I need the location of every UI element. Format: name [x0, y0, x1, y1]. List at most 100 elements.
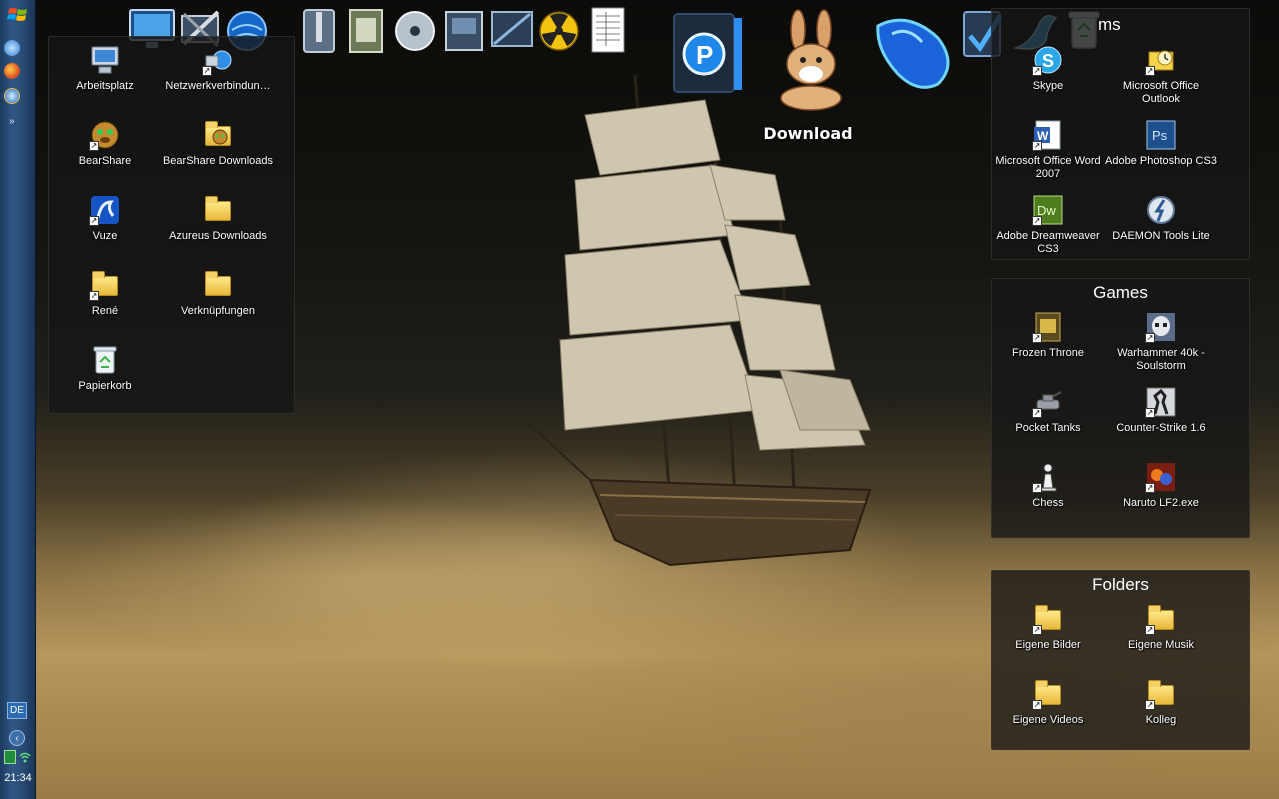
desktop-icon-naruto[interactable]: ↗ Naruto LF2.exe [1104, 461, 1218, 510]
document-icon[interactable] [346, 8, 386, 54]
desktop-icon-label: Netzwerkverbindun… [165, 80, 271, 92]
windows-flag-icon [7, 8, 27, 21]
quick-launch-expand-icon[interactable]: » [9, 116, 15, 127]
mouse-icon[interactable] [868, 14, 956, 92]
ie-blue-icon[interactable] [4, 88, 20, 104]
desktop-icon-verknuepfungen[interactable]: Verknüpfungen [161, 269, 275, 318]
shortcut-arrow-icon: ↗ [1145, 483, 1155, 493]
folder-icon [202, 269, 234, 301]
shortcut-arrow-icon: ↗ [1032, 625, 1042, 635]
recycle-bin-icon [89, 344, 121, 376]
desktop-icon-papierkorb[interactable]: Papierkorb [48, 344, 162, 393]
folder-icon: ↗ [1032, 678, 1064, 710]
shortcut-arrow-icon: ↗ [1032, 333, 1042, 343]
desktop-icon-arbeitsplatz[interactable]: Arbeitsplatz [48, 44, 162, 93]
desktop-icon-warhammer[interactable]: ↗ Warhammer 40k - Soulstorm [1104, 311, 1218, 373]
desktop-icon-label: BearShare [78, 155, 132, 167]
desktop-icon-outlook[interactable]: ↗ Microsoft Office Outlook [1104, 44, 1218, 106]
desktop-icon-azureus-downloads[interactable]: Azureus Downloads [161, 194, 275, 243]
desktop-icon-label: Adobe Photoshop CS3 [1105, 155, 1217, 167]
desktop-icon-bearshare[interactable]: ↗ BearShare [48, 119, 162, 168]
svg-text:S: S [1042, 51, 1054, 71]
zip-icon[interactable] [300, 8, 338, 54]
start-button[interactable] [4, 3, 32, 27]
desktop-icon-label: Kolleg [1145, 714, 1177, 726]
shortcut-arrow-icon: ↗ [89, 291, 99, 301]
desktop-icon-rene[interactable]: ↗ René [48, 269, 162, 318]
desktop-icon-label: Microsoft Office Outlook [1122, 80, 1200, 105]
desktop-icon-label: Pocket Tanks [1015, 422, 1081, 434]
shortcut-arrow-icon: ↗ [1032, 483, 1042, 493]
folder-icon [202, 194, 234, 226]
desktop-icon-label: Chess [1032, 497, 1064, 509]
desktop-icon-vuze[interactable]: ↗ Vuze [48, 194, 162, 243]
shortcut-arrow-icon: ↗ [1145, 66, 1155, 76]
fence-title-programs[interactable]: ms [1098, 15, 1121, 35]
folder-icon: ↗ [89, 269, 121, 301]
firefox-icon[interactable] [4, 63, 20, 79]
desktop-icon-label: Papierkorb [78, 380, 132, 392]
desktop-icon-kolleg[interactable]: ↗ Kolleg [1104, 678, 1218, 727]
chess-icon: ↗ [1032, 461, 1064, 493]
vuze-icon: ↗ [89, 194, 121, 226]
desktop-icon-label: Naruto LF2.exe [1123, 497, 1199, 509]
language-indicator[interactable]: DE [7, 702, 27, 719]
spreadsheet-icon[interactable] [590, 6, 626, 54]
desktop-icon-netzwerkverbindungen[interactable]: ↗ Netzwerkverbindun… [161, 44, 275, 93]
ie-icon[interactable] [4, 40, 20, 56]
bearshare-icon: ↗ [89, 119, 121, 151]
emule-icon[interactable] [768, 8, 854, 114]
shortcut-arrow-icon: ↗ [1145, 408, 1155, 418]
desktop-icon-label: Eigene Videos [1012, 714, 1084, 726]
counter-strike-icon: ↗ [1145, 386, 1177, 418]
p-docs-icon[interactable]: P [672, 12, 748, 94]
shortcut-arrow-icon: ↗ [1032, 216, 1042, 226]
clock[interactable]: 21:34 [0, 772, 36, 784]
svg-text:P: P [696, 40, 713, 70]
video-icon[interactable] [442, 8, 486, 54]
desktop-icon-label: Warhammer 40k - Soulstorm [1117, 347, 1205, 372]
sailing-ship-illustration [524, 74, 872, 567]
desktop-icon-dreamweaver[interactable]: Dw ↗ Adobe Dreamweaver CS3 [991, 194, 1105, 256]
svg-text:Ps: Ps [1152, 128, 1168, 143]
fence-title-folders[interactable]: Folders [992, 575, 1249, 595]
taskbar: » DE ‹ 21:34 [0, 0, 36, 799]
desktop-icon-label: Frozen Throne [1012, 347, 1084, 359]
photoshop-icon: Ps [1145, 119, 1177, 151]
desktop-icon-chess[interactable]: ↗ Chess [991, 461, 1105, 510]
desktop-icon-label: Azureus Downloads [169, 230, 267, 242]
screen-icon[interactable] [490, 8, 534, 52]
word-icon: W ↗ [1032, 119, 1064, 151]
shortcut-arrow-icon: ↗ [1032, 408, 1042, 418]
wifi-tray-icon[interactable] [19, 750, 31, 764]
dvd-icon[interactable] [394, 10, 436, 52]
network-icon: ↗ [202, 44, 234, 76]
show-hidden-icons-button[interactable]: ‹ [9, 730, 25, 746]
desktop-icon-label: Arbeitsplatz [76, 80, 134, 92]
desktop-icon-bearshare-downloads[interactable]: BearShare Downloads [161, 119, 275, 168]
desktop-icon-counter-strike[interactable]: ↗ Counter-Strike 1.6 [1104, 386, 1218, 435]
desktop-icon-daemon-tools[interactable]: DAEMON Tools Lite [1104, 194, 1218, 243]
desktop-icon-frozen-throne[interactable]: ↗ Frozen Throne [991, 311, 1105, 360]
shortcut-arrow-icon: ↗ [1032, 700, 1042, 710]
desktop-icon-label: Vuze [92, 230, 118, 242]
desktop-icon-skype[interactable]: S ↗ Skype [991, 44, 1105, 93]
desktop-icon-label: Eigene Musik [1127, 639, 1195, 651]
shortcut-arrow-icon: ↗ [1032, 141, 1042, 151]
network-tray-icon[interactable] [4, 750, 16, 764]
desktop-icon-eigene-videos[interactable]: ↗ Eigene Videos [991, 678, 1105, 727]
shortcut-arrow-icon: ↗ [1145, 625, 1155, 635]
bearshare-folder-icon [202, 119, 234, 151]
desktop-icon-eigene-musik[interactable]: ↗ Eigene Musik [1104, 603, 1218, 652]
shortcut-arrow-icon: ↗ [202, 66, 212, 76]
skype-icon: S ↗ [1032, 44, 1064, 76]
desktop-icon-photoshop[interactable]: Ps Adobe Photoshop CS3 [1104, 119, 1218, 168]
desktop-icon-label: Verknüpfungen [180, 305, 255, 317]
desktop-icon-eigene-bilder[interactable]: ↗ Eigene Bilder [991, 603, 1105, 652]
frozen-throne-icon: ↗ [1032, 311, 1064, 343]
desktop-icon-word[interactable]: W ↗ Microsoft Office Word 2007 [991, 119, 1105, 181]
shortcut-arrow-icon: ↗ [1145, 333, 1155, 343]
radioactive-icon[interactable] [538, 10, 580, 52]
desktop-icon-pocket-tanks[interactable]: ↗ Pocket Tanks [991, 386, 1105, 435]
fence-title-games[interactable]: Games [992, 283, 1249, 303]
